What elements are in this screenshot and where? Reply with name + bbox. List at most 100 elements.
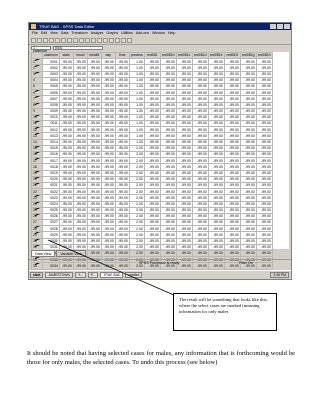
cell-stats[interactable]: -99.00 (58, 188, 74, 196)
cell-mood[interactable]: -99.00 (72, 237, 88, 245)
save-icon[interactable] (37, 37, 42, 43)
menu-item-transform[interactable]: Transform (71, 31, 87, 35)
cell-mood[interactable]: -99.00 (72, 58, 88, 66)
cell-time[interactable]: -99.00 (114, 107, 130, 115)
cell-time[interactable]: -99.00 (114, 231, 130, 239)
cell-time[interactable]: -99.00 (114, 200, 130, 208)
column-header-casenum[interactable]: casenum (42, 51, 60, 60)
cell-mood[interactable]: -99.00 (72, 206, 88, 214)
cell-mood[interactable]: -99.00 (72, 107, 88, 115)
column-header-red081b[interactable]: red081b (159, 51, 177, 60)
column-header-red081h[interactable]: red081h (255, 51, 273, 60)
use-sets-icon[interactable] (127, 37, 132, 43)
cell-day[interactable]: -99.00 (100, 181, 116, 190)
insert-variable-icon[interactable] (97, 37, 102, 43)
cell-day[interactable]: -99.00 (100, 225, 116, 233)
cell-mealM[interactable]: -99.00 (86, 243, 102, 252)
cell-mealM[interactable]: -99.00 (86, 200, 102, 208)
cell-stats[interactable]: -99.00 (58, 150, 74, 159)
menu-item-view[interactable]: View (50, 31, 58, 35)
cell-day[interactable]: -99.00 (100, 169, 116, 177)
undo-icon[interactable] (55, 37, 60, 43)
maximize-button[interactable] (277, 24, 283, 29)
cell-day[interactable]: -99.00 (100, 126, 116, 134)
cell-time[interactable]: -99.00 (114, 82, 130, 91)
select-cases-icon[interactable] (115, 37, 120, 43)
menu-item-utilities[interactable]: Utilities (121, 31, 133, 35)
cell-day[interactable]: -99.00 (100, 175, 116, 183)
cell-mealM[interactable]: -99.00 (86, 194, 102, 202)
cell-time[interactable]: -99.00 (114, 144, 130, 153)
cell-day[interactable]: -99.00 (100, 101, 116, 109)
cell-stats[interactable]: -99.00 (58, 113, 74, 122)
cell-mealM[interactable]: -99.00 (86, 188, 102, 196)
cell-time[interactable]: -99.00 (114, 243, 130, 252)
cell-mealM[interactable]: -99.00 (86, 163, 102, 171)
column-header-process[interactable]: process (128, 51, 145, 60)
start-button[interactable]: start (30, 272, 44, 278)
cell-mealM[interactable]: -99.00 (86, 70, 102, 78)
close-button[interactable] (284, 24, 290, 29)
cell-time[interactable]: -99.00 (114, 169, 130, 177)
cell-time[interactable]: -99.00 (114, 64, 130, 72)
cell-time[interactable]: -99.00 (114, 175, 130, 183)
cell-stats[interactable]: -99.00 (58, 132, 74, 140)
cell-stats[interactable]: -99.00 (58, 107, 74, 115)
menu-item-edit[interactable]: Edit (41, 31, 47, 35)
weight-cases-icon[interactable] (109, 37, 114, 43)
cell-mealM[interactable]: -99.00 (86, 219, 102, 227)
cell-time[interactable]: -99.00 (114, 237, 130, 245)
cell-day[interactable]: -99.00 (100, 150, 116, 159)
cell-mood[interactable]: -99.00 (72, 157, 88, 165)
cell-time[interactable]: -99.00 (114, 188, 130, 196)
cell-mood[interactable]: -99.00 (72, 82, 88, 91)
cell-day[interactable]: -99.00 (100, 70, 116, 78)
column-header-red081e[interactable]: red081e (207, 51, 225, 60)
cell-mealM[interactable]: -99.00 (86, 113, 102, 122)
cell-mood[interactable]: -99.00 (72, 175, 88, 183)
cell-mood[interactable]: -99.00 (72, 181, 88, 190)
menu-item-data[interactable]: Data (61, 31, 69, 35)
cell-stats[interactable]: -99.00 (58, 89, 74, 97)
cell-stats[interactable]: -99.00 (58, 225, 74, 233)
find-icon[interactable] (85, 37, 90, 43)
cell-day[interactable]: -99.00 (100, 120, 116, 128)
menu-item-help[interactable]: Help (168, 31, 175, 35)
cell-mood[interactable]: -99.00 (72, 138, 88, 146)
tab-data-view[interactable]: Data View (31, 250, 56, 257)
cell-time[interactable]: -99.00 (114, 76, 130, 84)
cell-mood[interactable]: -99.00 (72, 231, 88, 239)
cell-day[interactable]: -99.00 (100, 212, 116, 221)
cell-stats[interactable]: -99.00 (58, 206, 74, 214)
cell-time[interactable]: -99.00 (114, 194, 130, 202)
cell-mealM[interactable]: -99.00 (86, 225, 102, 233)
menu-item-addons[interactable]: Add-ons (136, 31, 149, 35)
goto-case-icon[interactable] (73, 37, 78, 43)
cell-time[interactable]: -99.00 (114, 101, 130, 109)
dialog-recall-icon[interactable] (49, 37, 54, 43)
column-header-red081g[interactable]: red081g (239, 51, 257, 60)
cell-time[interactable]: -99.00 (114, 95, 130, 103)
value-labels-icon[interactable] (121, 37, 126, 43)
cell-mood[interactable]: -99.00 (72, 89, 88, 97)
taskbar-item[interactable]: P... (87, 272, 99, 278)
cell-mealM[interactable]: -99.00 (86, 150, 102, 159)
cell-stats[interactable]: -99.00 (58, 237, 74, 245)
cell-mealM[interactable]: -99.00 (86, 181, 102, 190)
cell-mealM[interactable]: -99.00 (86, 212, 102, 221)
cell-mood[interactable]: -99.00 (72, 132, 88, 140)
cell-mood[interactable]: -99.00 (72, 219, 88, 227)
cell-stats[interactable]: -99.00 (58, 181, 74, 190)
menu-item-graphs[interactable]: Graphs (106, 31, 118, 35)
minimize-button[interactable] (270, 24, 276, 29)
cell-mealM[interactable]: -99.00 (86, 157, 102, 165)
cell-mealM[interactable]: -99.00 (86, 120, 102, 128)
cell-stats[interactable]: -99.00 (58, 200, 74, 208)
cell-time[interactable]: -99.00 (114, 206, 130, 214)
insert-case-icon[interactable] (91, 37, 96, 43)
cell-mood[interactable]: -99.00 (72, 200, 88, 208)
cell-mood[interactable]: -99.00 (72, 113, 88, 122)
redo-icon[interactable] (61, 37, 66, 43)
cell-mealM[interactable]: -99.00 (86, 64, 102, 72)
column-header-mealM[interactable]: mealM (86, 51, 102, 60)
